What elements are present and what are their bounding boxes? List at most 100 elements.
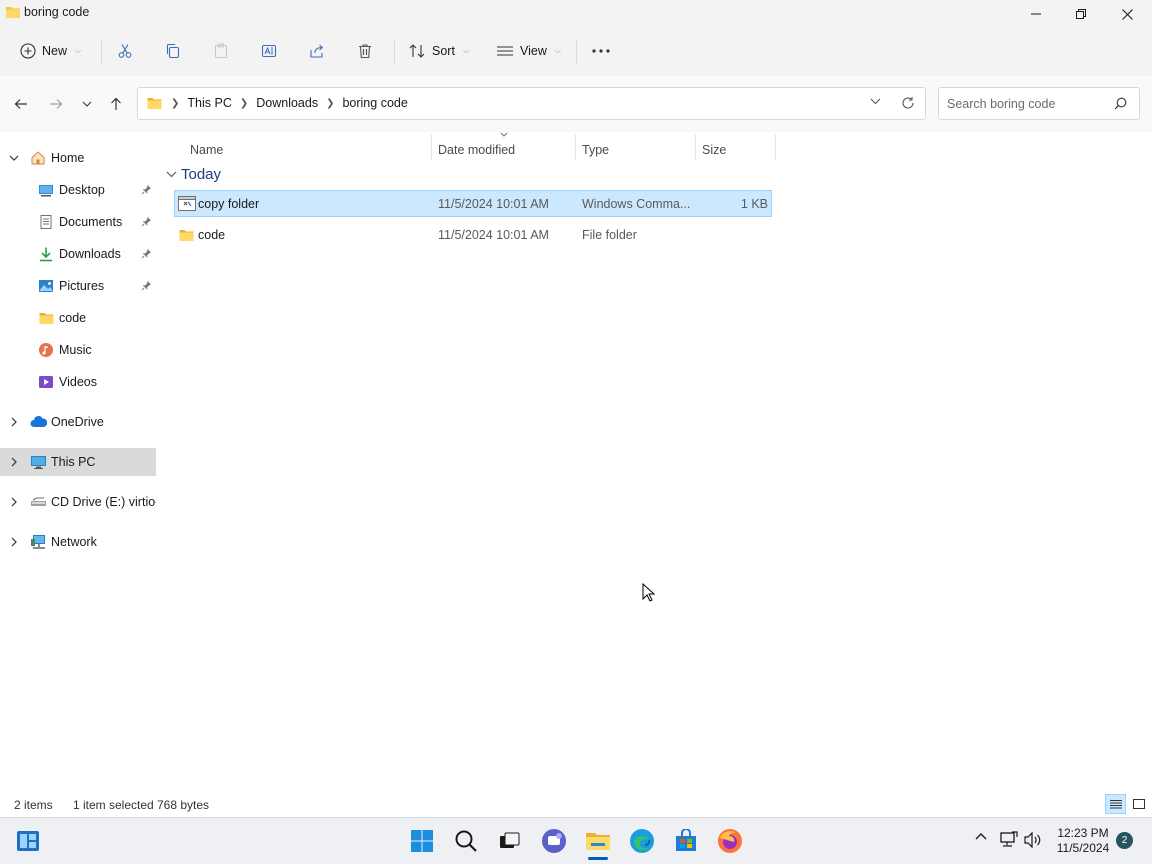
rename-icon	[261, 43, 277, 59]
nav-item-this-pc[interactable]: This PC	[0, 448, 156, 476]
address-row: ❯ This PC ❯ Downloads ❯ boring code	[0, 76, 1152, 132]
nav-item-cd-drive[interactable]: CD Drive (E:) virtio-win	[0, 488, 156, 516]
pin-icon	[141, 280, 152, 291]
chevron-right-icon[interactable]	[9, 457, 19, 467]
breadcrumb-boring-code[interactable]: boring code	[342, 96, 407, 110]
pin-icon	[141, 184, 152, 195]
back-button[interactable]	[9, 93, 33, 115]
column-divider[interactable]	[695, 134, 696, 159]
file-row-code[interactable]: code 11/5/2024 10:01 AM File folder	[174, 222, 772, 249]
tiles-view-button[interactable]	[1128, 794, 1149, 814]
file-date: 11/5/2024 10:01 AM	[438, 197, 549, 211]
sort-button-label: Sort	[432, 44, 455, 58]
address-bar[interactable]: ❯ This PC ❯ Downloads ❯ boring code	[137, 87, 926, 120]
file-name: copy folder	[198, 197, 260, 211]
restore-button[interactable]	[1058, 0, 1104, 28]
details-view-button[interactable]	[1105, 794, 1126, 814]
widgets-button[interactable]	[12, 825, 44, 857]
status-bar: 2 items 1 item selected 768 bytes	[0, 792, 1152, 817]
divider	[394, 40, 395, 64]
up-button[interactable]	[104, 93, 128, 115]
nav-item-videos[interactable]: Videos	[0, 368, 156, 396]
breadcrumb-this-pc[interactable]: This PC	[187, 96, 231, 110]
selection-size: 768 bytes	[157, 798, 210, 812]
firefox-button[interactable]	[714, 825, 746, 857]
nav-item-pictures[interactable]: Pictures	[0, 272, 156, 300]
column-divider[interactable]	[431, 134, 432, 159]
see-more-button[interactable]	[592, 38, 610, 64]
copy-button[interactable]	[165, 38, 181, 64]
view-button[interactable]: View ⌵	[496, 38, 561, 64]
minimize-button[interactable]	[1013, 0, 1059, 28]
recent-locations-button[interactable]	[75, 93, 99, 115]
notification-badge[interactable]: 2	[1116, 832, 1133, 849]
search-button[interactable]	[450, 825, 482, 857]
chevron-right-icon: ❯	[326, 97, 335, 109]
chevron-down-icon: ⌵	[75, 46, 82, 55]
trash-icon	[357, 43, 373, 59]
new-button[interactable]: New ⌵	[20, 38, 81, 64]
clock[interactable]: 12:23 PM 11/5/2024	[1052, 826, 1114, 856]
scissors-icon	[117, 43, 133, 59]
chat-button[interactable]	[538, 825, 570, 857]
share-button[interactable]	[309, 38, 325, 64]
navigation-pane: Home Desktop Documents Downloads Picture…	[0, 132, 160, 792]
chevron-right-icon[interactable]	[9, 537, 19, 547]
volume-button[interactable]	[1024, 832, 1042, 848]
search-input[interactable]	[947, 95, 1107, 113]
paste-button[interactable]	[213, 38, 229, 64]
store-icon	[676, 829, 696, 851]
tiles-view-icon	[1132, 798, 1145, 809]
close-button[interactable]	[1104, 0, 1150, 28]
nav-item-network[interactable]: Network	[0, 528, 156, 556]
show-hidden-icons-button[interactable]	[974, 830, 988, 844]
nav-item-desktop[interactable]: Desktop	[0, 176, 156, 204]
chevron-down-icon: ⌵	[462, 46, 470, 55]
start-button[interactable]	[406, 825, 438, 857]
nav-item-home[interactable]: Home	[0, 144, 156, 172]
chevron-right-icon[interactable]	[9, 497, 19, 507]
address-history-button[interactable]	[870, 98, 881, 105]
divider	[101, 40, 102, 64]
nav-item-music[interactable]: Music	[0, 336, 156, 364]
file-list: Name Date modified Type Size Today copy …	[160, 132, 1152, 792]
rename-button[interactable]	[261, 38, 277, 64]
nav-item-documents[interactable]: Documents	[0, 208, 156, 236]
task-view-button[interactable]	[494, 825, 526, 857]
group-header-today[interactable]: Today	[166, 166, 221, 183]
delete-button[interactable]	[357, 38, 373, 64]
chevron-right-icon[interactable]	[9, 417, 19, 427]
view-lines-icon	[496, 43, 514, 59]
sort-button[interactable]: Sort ⌵	[408, 38, 469, 64]
folder-icon	[178, 228, 195, 242]
refresh-button[interactable]	[901, 96, 915, 110]
column-header-size[interactable]: Size	[702, 137, 726, 162]
chevron-down-icon	[166, 171, 177, 178]
videos-icon	[38, 374, 54, 390]
nav-item-downloads[interactable]: Downloads	[0, 240, 156, 268]
column-divider[interactable]	[775, 134, 776, 159]
column-divider[interactable]	[575, 134, 576, 159]
chevron-down-icon[interactable]	[9, 153, 19, 163]
column-header-type[interactable]: Type	[582, 137, 609, 162]
breadcrumb-downloads[interactable]: Downloads	[256, 96, 318, 110]
nav-item-code[interactable]: code	[0, 304, 156, 332]
store-button[interactable]	[670, 825, 702, 857]
column-header-name[interactable]: Name	[190, 137, 223, 162]
column-header-date-modified[interactable]: Date modified	[438, 137, 515, 162]
nav-item-onedrive[interactable]: OneDrive	[0, 408, 156, 436]
sort-icon	[408, 43, 426, 59]
search-icon	[455, 830, 477, 852]
cut-button[interactable]	[117, 38, 133, 64]
edge-button[interactable]	[626, 825, 658, 857]
file-row-copy-folder[interactable]: copy folder 11/5/2024 10:01 AM Windows C…	[174, 190, 772, 217]
documents-icon	[38, 214, 54, 230]
network-status-button[interactable]	[1000, 831, 1018, 847]
plus-circle-icon	[20, 43, 36, 59]
volume-icon	[1024, 832, 1041, 848]
file-explorer-taskbar-button[interactable]	[582, 825, 614, 857]
search-box[interactable]	[938, 87, 1140, 120]
nav-item-label: Network	[51, 535, 97, 549]
forward-button[interactable]	[44, 93, 68, 115]
search-icon[interactable]	[1114, 97, 1127, 110]
